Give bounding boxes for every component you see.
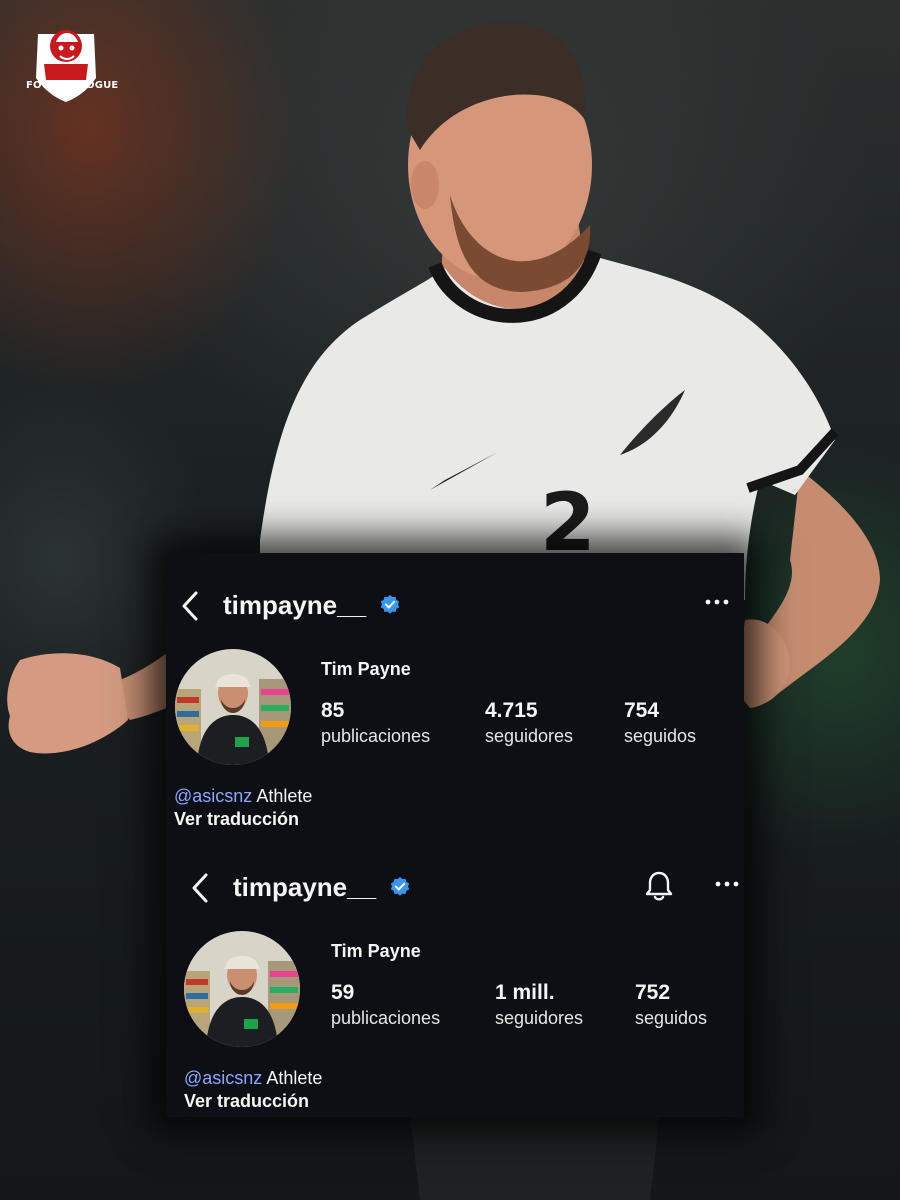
profile-topbar: timpayne__ xyxy=(166,581,744,629)
profile-avatar[interactable] xyxy=(175,649,291,765)
stat-followers-value: 4.715 xyxy=(485,699,538,722)
stat-followers[interactable]: 4.715 seguidores xyxy=(485,697,573,747)
bio-text: Athlete xyxy=(256,786,313,806)
logo-wordmark: FOOTBALLOGUE xyxy=(26,80,119,91)
profile-header-new: timpayne__ Tim Payne 59 publicaciones 1 … xyxy=(166,835,744,1117)
verified-badge-icon xyxy=(380,594,400,614)
stat-following-value: 752 xyxy=(635,981,671,1004)
profile-full-name: Tim Payne xyxy=(331,941,421,961)
bio-mention-link[interactable]: @asicsnz xyxy=(184,1068,262,1088)
bio-text: Athlete xyxy=(266,1068,323,1088)
stat-posts-value: 59 xyxy=(331,981,355,1004)
profile-username: timpayne__ xyxy=(223,590,367,620)
chevron-left-icon[interactable] xyxy=(188,871,212,905)
stat-following-label: seguidos xyxy=(635,1008,708,1028)
see-translation-link[interactable]: Ver traducción xyxy=(184,1089,309,1113)
stat-posts[interactable]: 59 publicaciones xyxy=(331,979,440,1029)
stat-following[interactable]: 752 seguidos xyxy=(635,979,707,1029)
instagram-comparison-panel: timpayne__ Tim Payne 85 publicaciones 4.… xyxy=(166,553,744,1117)
stat-followers-label: seguidores xyxy=(495,1008,584,1028)
profile-header-old: timpayne__ Tim Payne 85 publicaciones 4.… xyxy=(166,553,744,835)
more-options-icon[interactable] xyxy=(704,597,730,607)
profile-avatar[interactable] xyxy=(184,931,300,1047)
see-translation-link[interactable]: Ver traducción xyxy=(174,807,299,831)
stat-followers-value: 1 mill. xyxy=(495,981,555,1004)
avatar-photo xyxy=(175,649,291,765)
stat-posts-label: publicaciones xyxy=(321,726,431,746)
stat-followers[interactable]: 1 mill. seguidores xyxy=(495,979,583,1029)
stat-following[interactable]: 754 seguidos xyxy=(624,697,696,747)
stat-following-label: seguidos xyxy=(624,726,697,746)
stat-posts[interactable]: 85 publicaciones xyxy=(321,697,430,747)
bio-mention-link[interactable]: @asicsnz xyxy=(174,786,252,806)
profile-full-name: Tim Payne xyxy=(321,659,411,679)
profile-bio: @asicsnz Athlete xyxy=(184,1066,322,1090)
chevron-left-icon[interactable] xyxy=(178,589,202,623)
bell-icon[interactable] xyxy=(644,869,674,903)
footballogue-logo: FOOTBALLOGUE xyxy=(26,20,119,104)
more-options-icon[interactable] xyxy=(714,879,740,889)
avatar-photo xyxy=(184,931,300,1047)
profile-username: timpayne__ xyxy=(233,872,377,902)
verified-badge-icon xyxy=(390,876,410,896)
profile-bio: @asicsnz Athlete xyxy=(174,784,312,808)
stat-following-value: 754 xyxy=(624,699,660,722)
stat-posts-value: 85 xyxy=(321,699,345,722)
mascot-shield-icon xyxy=(36,30,96,102)
profile-topbar: timpayne__ xyxy=(176,863,744,911)
stat-posts-label: publicaciones xyxy=(331,1008,441,1028)
stat-followers-label: seguidores xyxy=(485,726,574,746)
